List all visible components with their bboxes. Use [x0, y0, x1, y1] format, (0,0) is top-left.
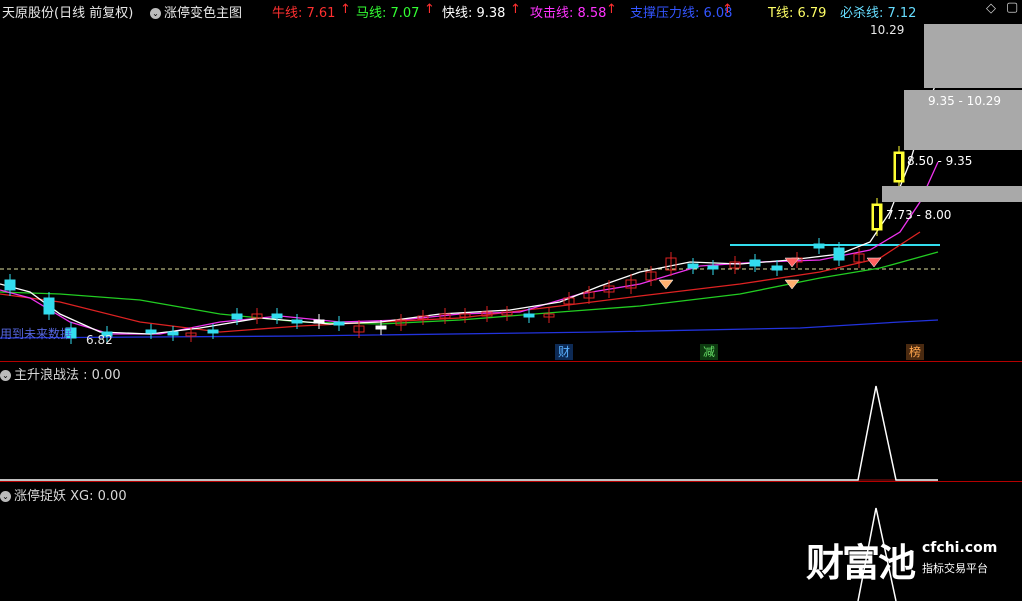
candle-body	[523, 313, 535, 318]
indicator-value-4: 支撑压力线: 6.08	[630, 6, 733, 21]
indicator-selector[interactable]: ⌄ 涨停变色主图	[150, 2, 242, 21]
candle-body	[167, 331, 179, 336]
candle-body	[771, 265, 783, 271]
panel2-signal-line	[0, 385, 938, 481]
indicator-value-3: 攻击线: 8.58	[530, 6, 607, 21]
indicator-value-2: 快线: 9.38	[442, 6, 506, 21]
chart-header: 天原股份(日线 前复权) ⌄ 涨停变色主图 牛线: 7.61 ↑ 马线: 7.07 ↑ 快…	[0, 0, 1022, 22]
candle-body	[749, 259, 761, 267]
diamond-marker-icon	[866, 257, 882, 268]
candle-body	[291, 319, 303, 324]
main-price-chart[interactable]	[0, 22, 1022, 360]
candle-body	[145, 329, 157, 334]
up-arrow-icon: ↑	[510, 2, 521, 17]
candle-body	[271, 313, 283, 319]
indicator-value-5: T线: 6.79	[768, 6, 827, 21]
candle-body	[43, 297, 55, 315]
magenta-attack-line	[0, 161, 939, 335]
candle-body	[231, 313, 243, 320]
range-label-2: 8.50 - 9.35	[907, 154, 973, 168]
panel2-chart[interactable]	[0, 362, 1022, 482]
candle-body	[707, 265, 719, 270]
chevron-down-icon: ⌄	[150, 8, 161, 19]
stock-title[interactable]: 天原股份(日线 前复权)	[2, 2, 133, 21]
indicator-value-6: 必杀线: 7.12	[840, 6, 917, 21]
candle-body	[687, 263, 699, 269]
candle-body	[333, 321, 345, 326]
up-arrow-icon: ↑	[424, 2, 435, 17]
up-arrow-icon: ↑	[340, 2, 351, 17]
price-low-label: 6.82	[86, 333, 113, 347]
candle-body	[833, 247, 845, 261]
up-arrow-icon: ↑	[606, 2, 617, 17]
indicator-value-0: 牛线: 7.61	[272, 6, 336, 21]
future-data-note: 用到未来数据	[0, 327, 73, 341]
price-high-label: 10.29	[870, 23, 905, 37]
candle-body	[813, 243, 825, 249]
up-arrow-icon: ↑	[722, 2, 733, 17]
range-label-1: 9.35 - 10.29	[928, 94, 1002, 108]
candle-body	[313, 319, 325, 324]
indicator-name: 涨停变色主图	[164, 6, 243, 21]
range-box-1	[924, 24, 1022, 88]
limit-up-bar-inner	[896, 154, 901, 180]
marker-cai[interactable]: 财	[555, 344, 574, 360]
watermark-brand: 财富池	[806, 541, 916, 585]
limit-up-bar-inner	[874, 206, 879, 228]
candle-body	[375, 325, 387, 330]
window-icon[interactable]: ▢	[1006, 0, 1018, 15]
marker-jian[interactable]: 减	[700, 344, 719, 360]
diamond-icon[interactable]: ◇	[986, 1, 996, 16]
range-box-3	[882, 186, 1022, 202]
watermark-site: cfchi.com	[922, 540, 998, 556]
diamond-marker-icon	[658, 279, 674, 290]
candle-body	[4, 279, 16, 291]
range-label-3: 7.73 - 8.00	[886, 208, 952, 222]
candle-body	[207, 329, 219, 334]
marker-bang[interactable]: 榜	[906, 344, 925, 360]
watermark-slogan: 指标交易平台	[922, 562, 988, 575]
indicator-value-1: 马线: 7.07	[356, 6, 420, 21]
white-fast-line	[0, 77, 939, 335]
